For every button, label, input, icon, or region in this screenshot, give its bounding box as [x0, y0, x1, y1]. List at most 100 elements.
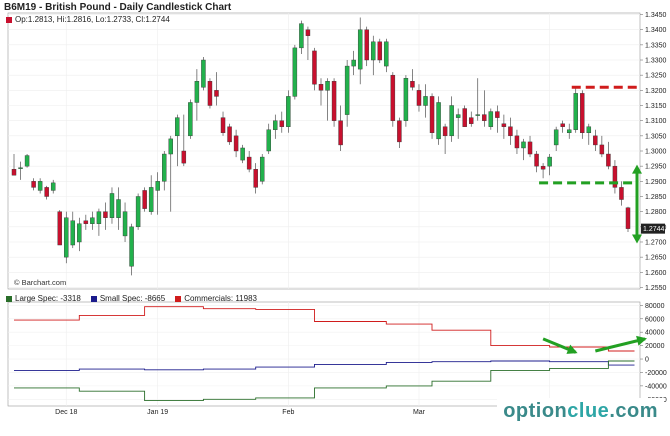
- price-tick-label: 1.3100: [645, 118, 667, 125]
- candle-body: [586, 126, 592, 134]
- candle-body: [495, 111, 500, 118]
- x-tick-label: Mar: [413, 409, 426, 416]
- cot-tick-label: 60000: [645, 316, 665, 323]
- legend-large-spec-swatch: [6, 295, 12, 302]
- candle-body: [220, 117, 226, 134]
- candle-body: [560, 123, 565, 127]
- cot-tick-label: 80000: [645, 303, 665, 310]
- candle-body: [77, 223, 82, 243]
- candle-body: [331, 81, 337, 121]
- legend-large-spec: Large Spec: -3318: [6, 294, 81, 303]
- price-tick-label: 1.3050: [645, 133, 667, 140]
- candle-body: [142, 190, 147, 209]
- candle-body: [442, 126, 448, 137]
- candle-body: [305, 29, 311, 36]
- ohlc-readout: Op:1.2813, Hi:1.2816, Lo:1.2733, Cl:1.27…: [6, 15, 170, 24]
- candle-body: [599, 144, 605, 155]
- candle-body: [201, 59, 206, 88]
- candle-body: [168, 138, 173, 155]
- candle-body: [207, 81, 213, 106]
- candle-body: [57, 211, 62, 246]
- candle-body: [318, 84, 324, 91]
- price-tick-label: 1.2700: [645, 239, 667, 246]
- candle-body: [259, 156, 265, 182]
- candle-body: [377, 41, 383, 61]
- candle-body: [70, 220, 76, 246]
- candle-body: [103, 211, 108, 218]
- candle-body: [11, 168, 17, 176]
- candle-body: [37, 181, 43, 191]
- candle-body: [416, 90, 422, 106]
- candle-body: [214, 90, 219, 97]
- candle-body: [357, 29, 363, 70]
- price-tick-label: 1.2550: [645, 285, 667, 292]
- cot-tick-label: 40000: [645, 330, 665, 337]
- candle-body: [233, 135, 239, 152]
- x-tick-label: Jan 19: [147, 409, 168, 416]
- price-tick-label: 1.3200: [645, 88, 667, 95]
- candle-body: [129, 226, 134, 267]
- candle-body: [50, 182, 56, 191]
- candle-body: [266, 129, 271, 152]
- price-tick-label: 1.3300: [645, 58, 667, 65]
- candle-body: [436, 102, 441, 140]
- price-tick-label: 1.3150: [645, 103, 667, 110]
- candle-body: [429, 96, 435, 134]
- price-tick-label: 1.2850: [645, 194, 667, 201]
- candle-body: [116, 199, 121, 218]
- price-tick-label: 1.2800: [645, 209, 667, 216]
- candle-body: [547, 156, 552, 167]
- ohlc-text: Op:1.2813, Hi:1.2816, Lo:1.2733, Cl:1.27…: [15, 15, 170, 24]
- candle-body: [527, 141, 533, 155]
- candle-body: [344, 65, 350, 115]
- candle-body: [351, 59, 356, 67]
- cot-legend: Large Spec: -3318 Small Spec: -8665 Comm…: [6, 294, 257, 303]
- candle-body: [194, 81, 200, 103]
- legend-small-spec-label: Small Spec: -8665: [99, 294, 166, 303]
- watermark-suffix: .com: [609, 400, 658, 422]
- legend-small-spec-swatch: [90, 295, 97, 302]
- candle-body: [188, 102, 193, 137]
- candle-body: [18, 167, 23, 169]
- candle-body: [397, 120, 402, 143]
- candle-body: [31, 181, 36, 188]
- candle-body: [299, 23, 304, 49]
- price-tick-label: 1.2950: [645, 164, 667, 171]
- candle-body: [553, 129, 559, 146]
- candle-body: [122, 211, 128, 237]
- candle-body: [410, 81, 415, 88]
- candle-body: [462, 108, 467, 127]
- last-price-label: 1.2744: [643, 226, 665, 233]
- candle-body: [286, 96, 291, 127]
- x-tick-label: Feb: [282, 409, 294, 416]
- candle-body: [573, 93, 578, 130]
- candle-body: [325, 81, 330, 91]
- candle-body: [482, 114, 487, 121]
- candle-body: [90, 217, 95, 224]
- candle-body: [423, 96, 428, 106]
- candle-body: [390, 74, 396, 121]
- cot-tick-label: 20000: [645, 343, 665, 350]
- candle-body: [514, 135, 520, 149]
- price-tick-label: 1.2650: [645, 255, 667, 262]
- candle-body: [181, 150, 187, 164]
- candle-body: [606, 153, 611, 167]
- ohlc-swatch: [6, 16, 12, 23]
- watermark-main: option: [503, 400, 568, 422]
- candle-body: [240, 147, 245, 161]
- candle-body: [566, 129, 572, 134]
- candle-body: [96, 211, 102, 224]
- chart-title: B6M19 - British Pound - Daily Candlestic…: [4, 2, 232, 13]
- candle-body: [619, 187, 624, 200]
- candle-body: [449, 105, 454, 137]
- cot-tick-label: 0: [645, 357, 649, 364]
- candle-body: [44, 187, 49, 197]
- x-tick-label: Dec 18: [55, 409, 77, 416]
- candle-body: [273, 120, 278, 130]
- candle-body: [364, 29, 369, 61]
- candle-body: [246, 156, 252, 170]
- candle-body: [162, 153, 167, 182]
- candle-body: [83, 220, 89, 224]
- cot-panel-frame: [7, 301, 641, 407]
- candle-body: [24, 155, 30, 167]
